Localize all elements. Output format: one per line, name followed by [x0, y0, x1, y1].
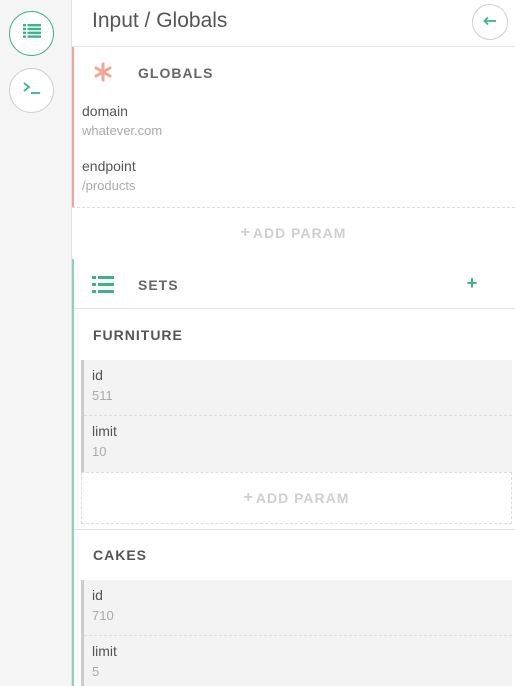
- asterisk-icon: [92, 61, 114, 83]
- plus-icon: +: [240, 224, 251, 241]
- globals-label: GLOBALS: [138, 65, 214, 81]
- param-key: limit: [92, 423, 117, 439]
- sets-section: SETS + FURNITURE id 511 limit 10 + ADD P…: [72, 259, 515, 686]
- set-param[interactable]: id 710: [81, 580, 512, 636]
- sets-label: SETS: [138, 277, 179, 293]
- add-param-button[interactable]: + ADD PARAM: [81, 472, 512, 524]
- page-header: Input / Globals: [72, 0, 515, 47]
- globals-header: GLOBALS: [74, 47, 515, 97]
- list-icon: [92, 273, 114, 295]
- param-key[interactable]: endpoint: [82, 158, 136, 174]
- param-key: id: [92, 367, 103, 383]
- param-key[interactable]: domain: [82, 103, 128, 119]
- console-button[interactable]: [9, 68, 54, 113]
- list-icon: [22, 24, 41, 43]
- arrow-left-icon: [483, 13, 497, 31]
- divider: [72, 207, 515, 208]
- sets-header: SETS +: [74, 259, 515, 309]
- param-value[interactable]: /products: [82, 178, 135, 193]
- plus-icon: +: [243, 489, 254, 506]
- set-param[interactable]: id 511: [81, 360, 512, 416]
- list-view-button[interactable]: [9, 11, 54, 56]
- add-param-button[interactable]: + ADD PARAM: [72, 218, 515, 248]
- param-value: 710: [92, 608, 114, 623]
- set-param[interactable]: limit 10: [81, 416, 512, 472]
- add-param-label: ADD PARAM: [255, 490, 350, 506]
- divider: [74, 529, 515, 530]
- globals-section: GLOBALS domain whatever.com endpoint /pr…: [72, 47, 515, 207]
- left-sidebar: [0, 0, 72, 686]
- set-name[interactable]: CAKES: [93, 547, 147, 563]
- terminal-icon: [22, 81, 41, 100]
- param-value[interactable]: whatever.com: [82, 123, 162, 138]
- plus-icon: +: [466, 273, 478, 293]
- set-name[interactable]: FURNITURE: [93, 327, 183, 343]
- back-button[interactable]: [472, 4, 508, 40]
- param-value: 511: [92, 388, 113, 403]
- param-value: 10: [92, 444, 107, 459]
- page-title: Input / Globals: [92, 9, 228, 32]
- main-panel: Input / Globals GLOBALS domain whatever.…: [72, 0, 515, 686]
- add-param-label: ADD PARAM: [252, 225, 347, 241]
- param-key: limit: [92, 643, 117, 659]
- param-value: 5: [92, 664, 100, 679]
- param-key: id: [92, 587, 103, 603]
- add-set-button[interactable]: +: [462, 273, 482, 295]
- set-param[interactable]: limit 5: [81, 636, 512, 686]
